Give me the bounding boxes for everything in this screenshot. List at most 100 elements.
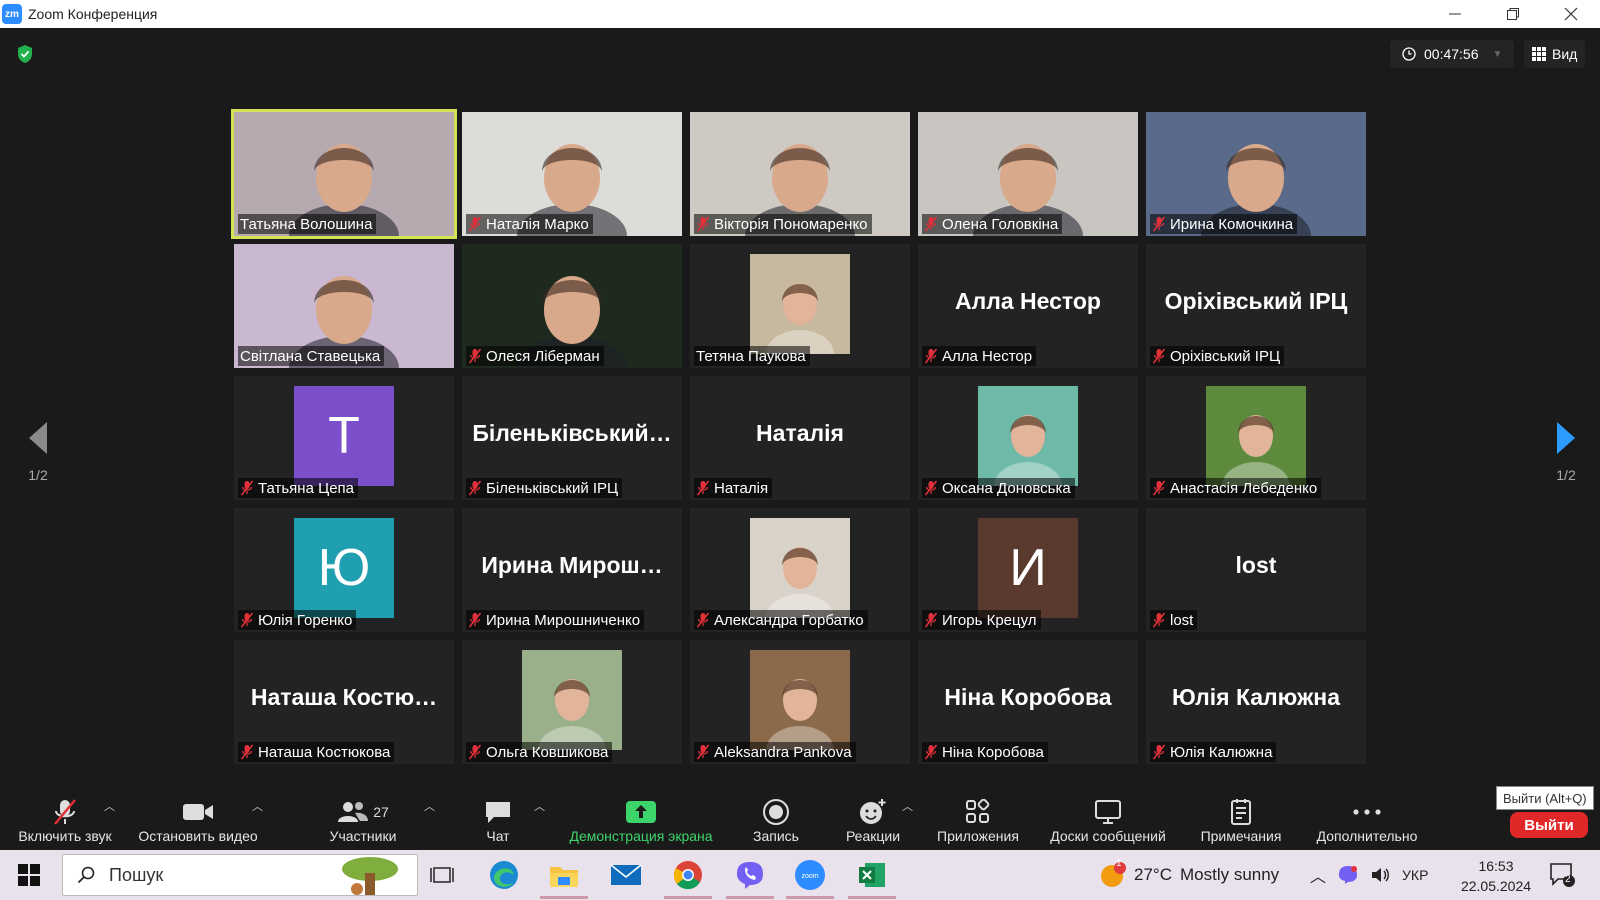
windows-start-icon[interactable] [18,864,40,886]
notification-icon [1550,863,1575,887]
mic-muted-icon [1152,216,1166,232]
zoom-app-button[interactable]: zoom [786,856,834,899]
participant-tile[interactable]: Наташа Костю… Наташа Костюкова [234,640,454,764]
restore-button[interactable] [1484,0,1542,28]
participant-tile[interactable]: Вікторія Пономаренко [690,112,910,236]
participant-tile[interactable]: Aleksandra Pankova [690,640,910,764]
file-explorer-button[interactable] [540,856,588,899]
input-language[interactable]: УКР [1402,867,1428,883]
participant-name-label: lost [1150,610,1198,630]
notes-icon [1229,798,1253,826]
clock-time: 16:53 [1478,858,1514,874]
participant-tile[interactable]: Ольга Ковшикова [462,640,682,764]
participant-tile[interactable]: Оксана Доновська [918,376,1138,500]
participant-tile[interactable]: И Игорь Крецул [918,508,1138,632]
participant-name-label: Анастасія Лебеденко [1150,478,1322,498]
more-dots-icon [1352,798,1382,826]
participant-display-name: Оріхівський ІРЦ [1164,288,1348,314]
meeting-timer[interactable]: 00:47:56 ▼ [1390,40,1515,68]
tray-viber-icon[interactable] [1338,865,1358,885]
reactions-button[interactable]: Реакции [842,792,904,850]
participant-name-label: Ирина Мирошниченко [466,610,645,630]
participant-tile[interactable]: Татьяна Волошина [231,109,457,239]
participant-tile[interactable]: Біленьківський… Біленьківський ІРЦ [462,376,682,500]
mic-muted-icon [696,612,710,628]
security-shield-icon[interactable] [16,44,34,64]
participant-tile[interactable]: Юлія Калюжна Юлія Калюжна [1146,640,1366,764]
mic-muted-icon [924,744,938,760]
participant-tile[interactable]: Ирина Мирош… Ирина Мирошниченко [462,508,682,632]
participant-tile[interactable]: T Татьяна Цепа [234,376,454,500]
next-page-button[interactable]: 1/2 [1546,420,1586,483]
participant-name-label: Світлана Ставецька [238,346,385,366]
participant-name: Біленьківський ІРЦ [486,479,619,497]
leave-meeting-button[interactable]: Выйти [1510,812,1588,838]
smiley-icon [858,798,888,826]
share-screen-button[interactable]: Демонстрация экрана [564,792,718,850]
search-highlight-tree-icon [342,857,398,895]
stop-video-button[interactable]: Остановить видео [134,792,262,850]
taskbar-clock[interactable]: 16:53 22.05.2024 [1456,856,1536,896]
mic-muted-icon [468,348,482,364]
participant-tile[interactable]: Ирина Комочкина [1146,112,1366,236]
participant-name: Олеся Ліберман [486,347,600,365]
more-button[interactable]: Дополнительно [1310,792,1424,850]
unmute-button[interactable]: Включить звук [12,792,118,850]
participant-name-label: Ольга Ковшикова [466,742,613,762]
audio-options-chevron-icon[interactable]: ︿ [104,798,115,814]
participant-name-label: Оріхівський ІРЦ [1150,346,1285,366]
volume-icon[interactable] [1370,865,1390,885]
notification-center-button[interactable]: 2 [1548,862,1576,888]
participant-profile-photo [750,650,850,750]
close-button[interactable] [1542,0,1600,28]
participant-tile[interactable]: lost lost [1146,508,1366,632]
tray-overflow-chevron-icon[interactable]: ︿ [1310,863,1326,887]
participant-name-label: Наталія [694,478,773,498]
minimize-icon [1449,13,1461,15]
view-button[interactable]: Вид [1524,40,1586,68]
participants-options-chevron-icon[interactable]: ︿ [424,798,435,814]
participant-tile[interactable]: Ю Юлія Горенко [234,508,454,632]
participant-name-label: Олеся Ліберман [466,346,604,366]
participant-name: Наташа Костюкова [258,743,391,761]
participant-tile[interactable]: Оріхівський ІРЦ Оріхівський ІРЦ [1146,244,1366,368]
prev-page-button[interactable]: 1/2 [18,420,58,483]
participant-tile[interactable]: Олеся Ліберман [462,244,682,368]
participant-tile[interactable]: Тетяна Паукова [690,244,910,368]
mic-muted-icon [468,744,482,760]
participant-tile[interactable]: Наталія Марко [462,112,682,236]
chat-options-chevron-icon[interactable]: ︿ [534,798,545,814]
taskbar-search-box[interactable]: Пошук [62,854,418,896]
mic-muted-icon [924,216,938,232]
viber-app-button[interactable] [726,856,774,899]
record-button[interactable]: Запись [748,792,804,850]
mail-app-button[interactable] [602,856,650,894]
participant-name-label: Алла Нестор [922,346,1037,366]
participants-button[interactable]: 27 Участники [326,792,400,850]
app-active-indicator [848,896,896,899]
weather-widget[interactable]: 1 27°C Mostly sunny [1098,858,1279,892]
participant-tile[interactable]: Світлана Ставецька [234,244,454,368]
edge-app-button[interactable] [480,856,528,894]
participant-tile[interactable]: Александра Горбатко [690,508,910,632]
participant-tile[interactable]: Анастасія Лебеденко [1146,376,1366,500]
whiteboards-button[interactable]: Доски сообщений [1044,792,1172,850]
excel-app-button[interactable] [848,856,896,899]
mic-muted-icon [696,744,710,760]
participant-tile[interactable]: Олена Головкіна [918,112,1138,236]
participant-tile[interactable]: Алла Нестор Алла Нестор [918,244,1138,368]
clock-date: 22.05.2024 [1460,878,1532,894]
task-view-button[interactable] [418,856,466,894]
participant-tile[interactable]: Наталія Наталія [690,376,910,500]
participant-tile[interactable]: Ніна Коробова Ніна Коробова [918,640,1138,764]
reactions-options-chevron-icon[interactable]: ︿ [902,798,913,814]
excel-icon [859,863,885,887]
video-options-chevron-icon[interactable]: ︿ [252,798,263,814]
apps-button[interactable]: Приложения [932,792,1024,850]
chat-button[interactable]: Чат [478,792,518,850]
minimize-button[interactable] [1426,0,1484,28]
notes-button[interactable]: Примечания [1196,792,1286,850]
mic-muted-icon [1152,348,1166,364]
zoom-logo-icon: zm [2,4,22,24]
chrome-app-button[interactable] [664,856,712,899]
